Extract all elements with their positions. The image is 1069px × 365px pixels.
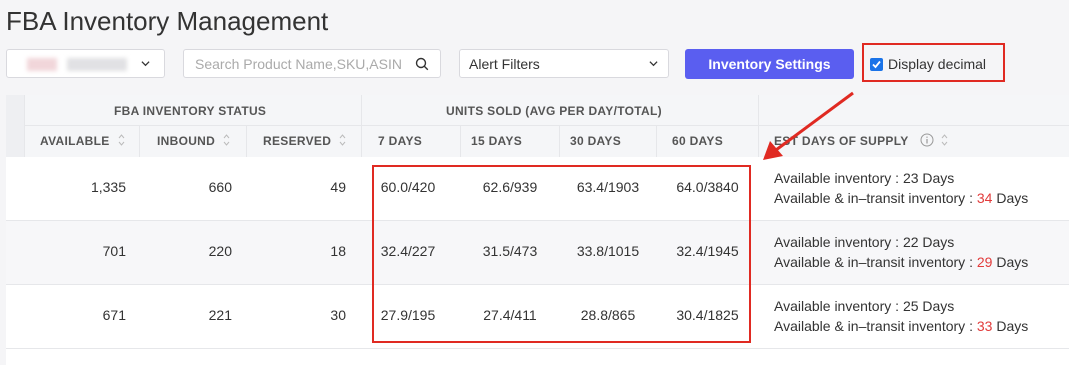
column-header-available[interactable]: AVAILABLE — [40, 134, 110, 148]
column-header-7-days[interactable]: 7 DAYS — [378, 134, 422, 148]
supply-transit-line: Available & in–transit inventory : 29 Da… — [774, 254, 1029, 270]
supply-transit-line: Available & in–transit inventory : 33 Da… — [774, 318, 1029, 334]
sort-icon[interactable] — [941, 133, 948, 147]
sort-icon[interactable] — [118, 133, 125, 147]
search-icon[interactable] — [415, 57, 429, 71]
reserved-cell: 18 — [330, 243, 346, 259]
checkmark-icon — [872, 60, 881, 69]
alert-filters-label: Alert Filters — [469, 56, 540, 72]
reserved-cell: 49 — [330, 179, 346, 195]
reserved-cell: 30 — [330, 307, 346, 323]
alert-filters-select[interactable]: Alert Filters — [459, 49, 669, 78]
page-title: FBA Inventory Management — [6, 6, 329, 36]
column-header-15-days[interactable]: 15 DAYS — [471, 134, 522, 148]
inventory-settings-button[interactable]: Inventory Settings — [685, 49, 854, 79]
column-header-days-of-supply[interactable]: EST DAYS OF SUPPLY — [774, 134, 909, 148]
info-icon[interactable] — [920, 133, 934, 147]
available-cell: 701 — [102, 243, 126, 259]
supply-available-line: Available inventory : 23 Days — [774, 170, 955, 186]
supply-transit-line: Available & in–transit inventory : 34 Da… — [774, 190, 1029, 206]
group-header-fba-status: FBA INVENTORY STATUS — [114, 104, 267, 118]
display-decimal-checkbox[interactable] — [870, 58, 883, 71]
store-select[interactable] — [6, 49, 165, 78]
column-header-60-days[interactable]: 60 DAYS — [672, 134, 723, 148]
redacted-store-name — [67, 58, 127, 71]
search-field[interactable] — [183, 49, 441, 78]
search-input[interactable] — [184, 50, 414, 77]
chevron-down-icon — [649, 61, 658, 67]
column-header-inbound[interactable]: INBOUND — [157, 134, 215, 148]
column-header-30-days[interactable]: 30 DAYS — [570, 134, 621, 148]
column-header-reserved[interactable]: RESERVED — [263, 134, 331, 148]
units-sold-highlight — [372, 165, 751, 343]
inbound-cell: 220 — [208, 243, 232, 259]
days-of-supply-cell: Available inventory : 23 Days Available … — [774, 168, 1028, 208]
display-decimal-label[interactable]: Display decimal — [888, 56, 986, 72]
group-header-units-sold: UNITS SOLD (AVG PER DAY/TOTAL) — [446, 104, 662, 118]
sort-icon[interactable] — [223, 133, 230, 147]
table-header-gutter — [6, 95, 24, 157]
inbound-cell: 660 — [208, 179, 232, 195]
chevron-down-icon — [141, 61, 150, 67]
days-of-supply-cell: Available inventory : 25 Days Available … — [774, 296, 1028, 336]
display-decimal-highlight: Display decimal — [862, 43, 1005, 82]
redacted-store-name — [27, 58, 57, 71]
available-cell: 671 — [102, 307, 126, 323]
inbound-cell: 221 — [208, 307, 232, 323]
sort-icon[interactable] — [339, 133, 346, 147]
available-cell: 1,335 — [90, 179, 126, 195]
days-of-supply-cell: Available inventory : 22 Days Available … — [774, 232, 1028, 272]
supply-available-line: Available inventory : 25 Days — [774, 298, 955, 314]
supply-available-line: Available inventory : 22 Days — [774, 234, 955, 250]
